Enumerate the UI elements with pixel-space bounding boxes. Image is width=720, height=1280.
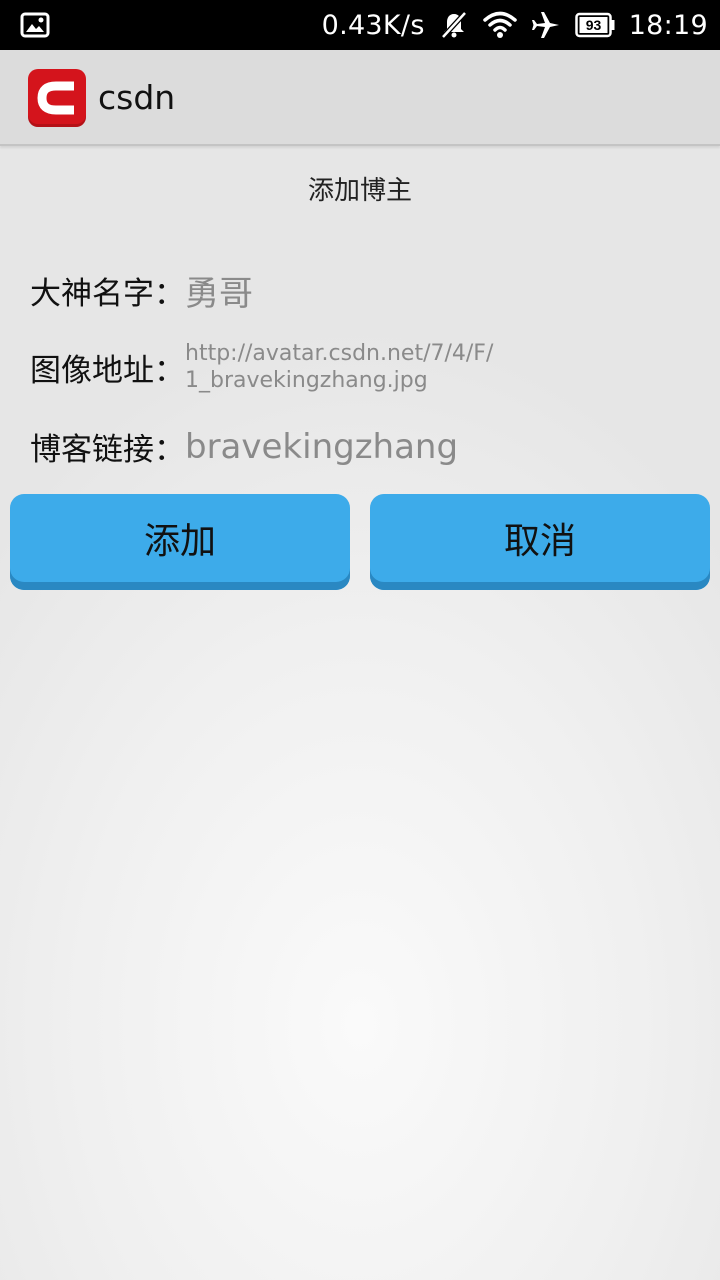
avatar-url-value[interactable]: http://avatar.csdn.net/7/4/F/1_braveking…: [185, 340, 495, 394]
battery-icon: 93: [574, 12, 615, 38]
wifi-icon: [482, 11, 517, 39]
notifications-off-icon: [439, 10, 469, 40]
action-bar: csdn: [0, 50, 720, 146]
name-value[interactable]: 勇哥: [185, 266, 253, 315]
blog-row: 博客链接： bravekingzhang: [30, 424, 458, 469]
dialog-title: 添加博主: [307, 176, 412, 206]
battery-level: 93: [585, 17, 601, 33]
csdn-logo-icon: [28, 69, 86, 127]
airplane-icon: [531, 10, 561, 40]
blog-label: 博客链接：: [30, 432, 185, 468]
network-speed: 0.43K/s: [321, 9, 425, 41]
avatar-label: 图像地址：: [30, 352, 185, 389]
add-button[interactable]: 添加: [10, 494, 350, 590]
name-label: 大神名字：: [30, 276, 185, 312]
status-bar: 0.43K/s 93 18:19: [0, 0, 720, 50]
image-icon: [20, 12, 50, 38]
app-title: csdn: [98, 78, 176, 117]
avatar-row: 图像地址： http://avatar.csdn.net/7/4/F/1_bra…: [30, 340, 495, 394]
blog-value[interactable]: bravekingzhang: [185, 427, 458, 467]
name-row: 大神名字： 勇哥: [30, 266, 253, 315]
cancel-button[interactable]: 取消: [370, 494, 710, 590]
clock: 18:19: [628, 9, 708, 41]
